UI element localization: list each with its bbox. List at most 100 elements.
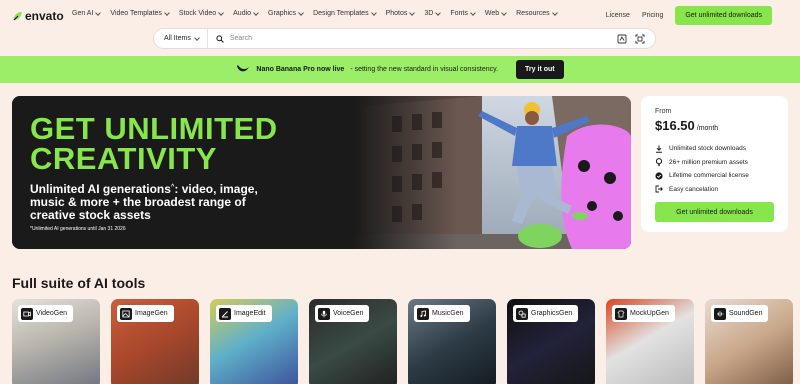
pricing-card: From $16.50 /month Unlimited stock downl… xyxy=(641,96,788,232)
price-amount: $16.50 xyxy=(655,118,695,133)
tool-card-imageedit[interactable]: ImageEdit xyxy=(210,299,298,384)
try-it-out-button[interactable]: Try it out xyxy=(516,60,564,79)
feature-item: Lifetime commercial license xyxy=(655,169,774,183)
tool-label: SoundGen xyxy=(729,310,763,317)
menu-stock-video[interactable]: Stock Video xyxy=(178,9,224,17)
menu-audio[interactable]: Audio xyxy=(233,9,259,17)
tool-label: ImageGen xyxy=(135,310,168,317)
banana-icon xyxy=(236,64,250,76)
feature-label: Unlimited stock downloads xyxy=(669,145,746,153)
feature-item: 26+ million premium assets xyxy=(655,156,774,170)
menu-design-templates[interactable]: Design Templates xyxy=(313,9,377,17)
menu-fonts[interactable]: Fonts xyxy=(450,9,476,17)
feature-item: Easy cancelation xyxy=(655,183,774,197)
feature-item: Unlimited stock downloads xyxy=(655,142,774,156)
banner-title: Nano Banana Pro now live xyxy=(256,66,345,73)
tool-label-pill: GraphicsGen xyxy=(513,305,579,322)
badge-check-icon xyxy=(655,172,663,180)
menu-label: Web xyxy=(484,10,500,17)
menu-label: Design Templates xyxy=(313,10,369,17)
tool-label-pill: MusicGen xyxy=(414,305,470,322)
search-icon xyxy=(216,34,224,43)
menu-label: Fonts xyxy=(450,10,468,17)
search-bar: All Items xyxy=(153,28,656,49)
pricing-link[interactable]: Pricing xyxy=(642,12,663,19)
banner-text: - setting the new standard in visual con… xyxy=(350,66,499,73)
get-unlimited-downloads-button[interactable]: Get unlimited downloads xyxy=(675,6,772,25)
tool-label-pill: ImageEdit xyxy=(216,305,272,322)
search-input[interactable] xyxy=(229,35,610,42)
menu-label: Gen AI xyxy=(72,10,94,17)
menu-3d[interactable]: 3D xyxy=(424,9,442,17)
hero-section: GET UNLIMITED CREATIVITY Unlimited AI ge… xyxy=(12,96,631,249)
menu-label: Video Templates xyxy=(110,10,162,17)
search-scope-label: All Items xyxy=(164,35,191,42)
main-menu: Gen AI Video Templates Stock Video Audio… xyxy=(72,9,567,17)
tool-label-pill: MockUpGen xyxy=(612,305,675,322)
sound-icon xyxy=(714,307,726,320)
tool-label: MusicGen xyxy=(432,310,464,317)
chevron-down-icon xyxy=(164,9,170,16)
chevron-down-icon xyxy=(218,9,224,16)
tool-label: MockUpGen xyxy=(630,310,669,317)
ai-tools-list: VideoGen ImageGen ImageEdit VoiceGen Mus… xyxy=(12,299,793,384)
ai-tools-title: Full suite of AI tools xyxy=(12,275,146,291)
search-scope-select[interactable]: All Items xyxy=(154,29,208,48)
menu-video-templates[interactable]: Video Templates xyxy=(110,9,170,17)
hero-headline: GET UNLIMITED CREATIVITY xyxy=(30,113,278,176)
chevron-down-icon xyxy=(95,9,102,16)
tool-card-imagegen[interactable]: ImageGen xyxy=(111,299,199,384)
tool-card-voicegen[interactable]: VoiceGen xyxy=(309,299,397,384)
tool-label: GraphicsGen xyxy=(531,310,573,317)
license-link[interactable]: License xyxy=(606,12,630,19)
search-tools xyxy=(617,34,645,46)
brand-name: envato xyxy=(25,9,64,23)
envato-leaf-icon xyxy=(13,11,22,20)
menu-label: Stock Video xyxy=(178,10,217,17)
tool-card-musicgen[interactable]: MusicGen xyxy=(408,299,496,384)
download-icon xyxy=(656,145,662,153)
image-icon xyxy=(120,307,132,320)
tool-label: ImageEdit xyxy=(234,310,266,317)
chevron-down-icon xyxy=(435,9,442,16)
menu-graphics[interactable]: Graphics xyxy=(268,9,304,17)
tool-card-graphicsgen[interactable]: GraphicsGen xyxy=(507,299,595,384)
card-get-unlimited-downloads-button[interactable]: Get unlimited downloads xyxy=(655,202,774,222)
video-icon xyxy=(21,307,33,320)
tool-label-pill: ImageGen xyxy=(117,305,174,322)
chevron-down-icon xyxy=(194,34,200,41)
price-from-label: From xyxy=(655,108,672,115)
chevron-down-icon xyxy=(409,9,416,16)
tool-card-mockupgen[interactable]: MockUpGen xyxy=(606,299,694,384)
tool-label-pill: SoundGen xyxy=(711,305,769,322)
feature-label: Lifetime commercial license xyxy=(669,172,749,180)
hero-subheading: Unlimited AI generations^: video, image,… xyxy=(30,182,258,222)
menu-label: Resources xyxy=(516,10,550,17)
prompt-search-icon[interactable] xyxy=(617,34,627,46)
chevron-down-icon xyxy=(370,9,377,16)
chevron-down-icon xyxy=(501,9,507,16)
hero-sub-part-1: Unlimited AI generations xyxy=(30,182,171,196)
tool-label: VoiceGen xyxy=(333,310,364,317)
nav-right: License Pricing Get unlimited downloads xyxy=(606,6,772,25)
hero-headline-line-2: CREATIVITY xyxy=(30,141,217,176)
chevron-down-icon xyxy=(551,9,558,16)
chevron-down-icon xyxy=(253,9,259,16)
envato-logo[interactable]: envato xyxy=(12,9,64,23)
chevron-down-icon xyxy=(470,9,476,16)
menu-label: 3D xyxy=(424,10,434,17)
mic-icon xyxy=(318,307,330,320)
tool-card-soundgen[interactable]: SoundGen xyxy=(705,299,793,384)
menu-label: Graphics xyxy=(268,10,297,17)
menu-web[interactable]: Web xyxy=(484,9,507,17)
feature-label: 26+ million premium assets xyxy=(669,158,748,166)
menu-photos[interactable]: Photos xyxy=(386,9,416,17)
tool-label-pill: VideoGen xyxy=(18,305,74,322)
image-search-icon[interactable] xyxy=(635,34,645,46)
menu-resources[interactable]: Resources xyxy=(516,9,558,17)
logout-icon xyxy=(655,185,663,193)
tool-card-videogen[interactable]: VideoGen xyxy=(12,299,100,384)
music-icon xyxy=(417,307,429,320)
edit-icon xyxy=(219,307,231,320)
menu-gen-ai[interactable]: Gen AI xyxy=(72,9,102,17)
